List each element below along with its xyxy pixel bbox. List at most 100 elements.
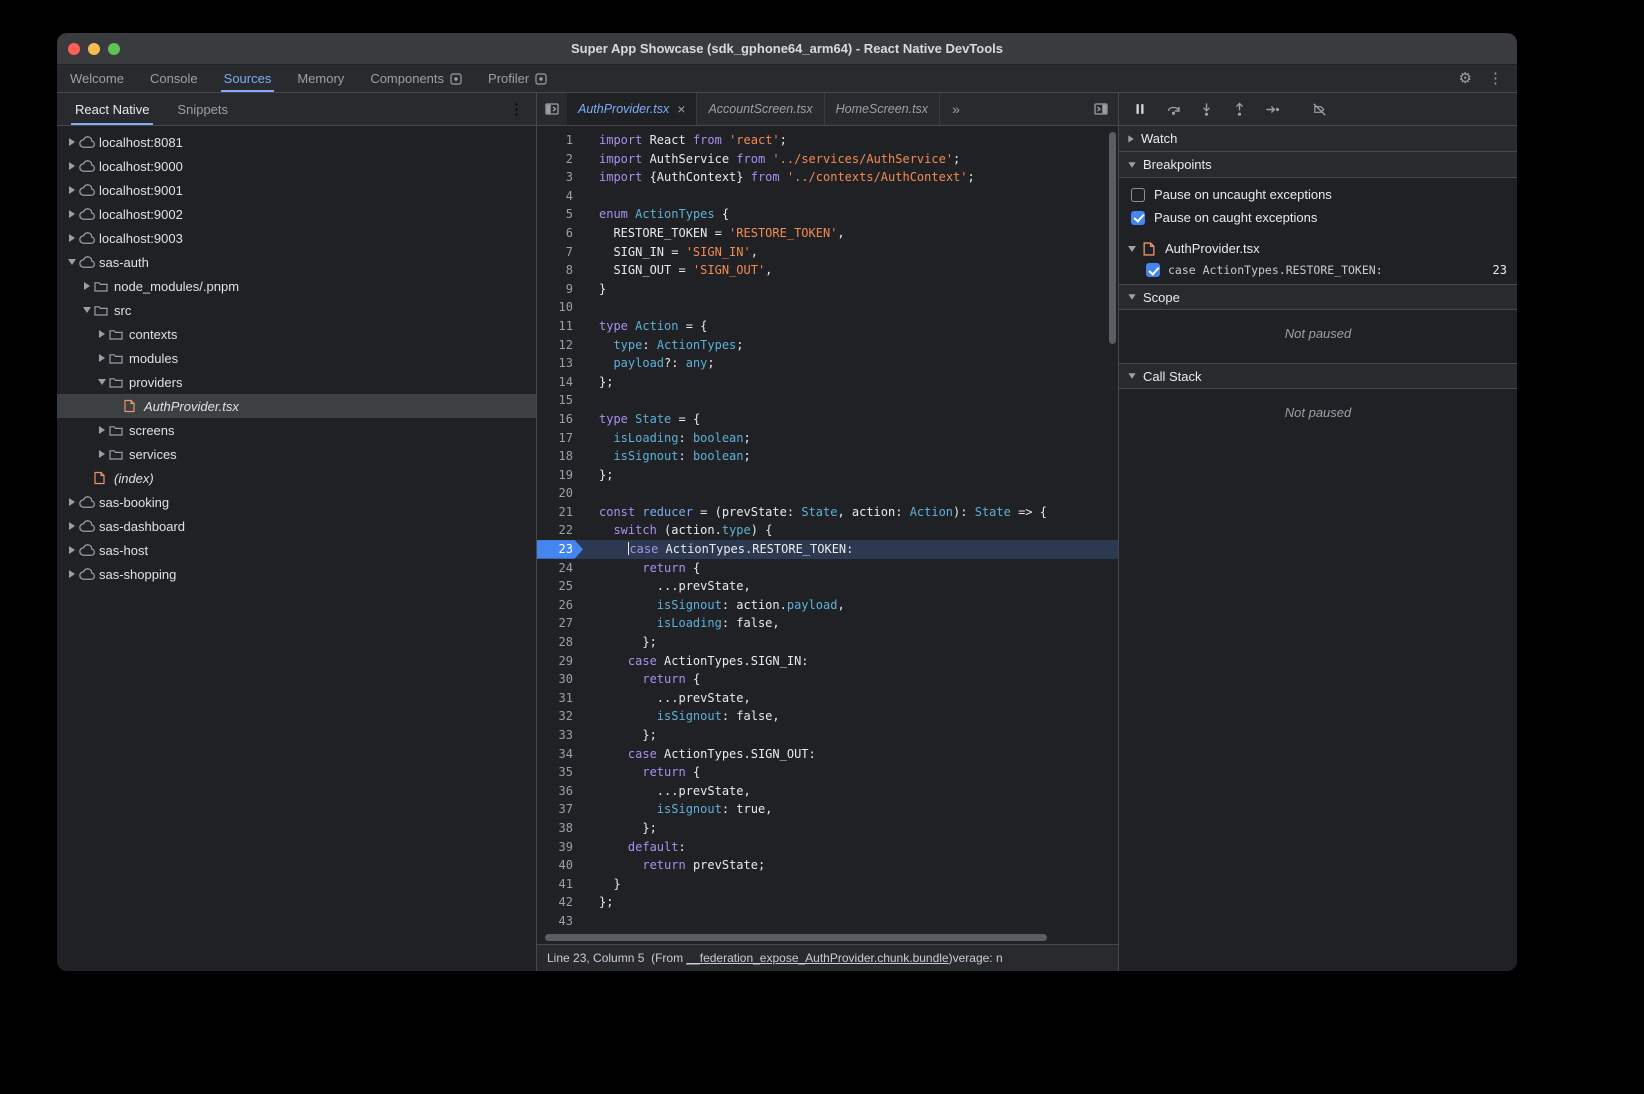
tab-welcome[interactable]: Welcome bbox=[57, 65, 137, 92]
line-number[interactable]: 43 bbox=[537, 912, 583, 930]
code-text[interactable]: isSignout: false, bbox=[583, 707, 780, 726]
code-line[interactable]: 33 }; bbox=[537, 726, 1118, 745]
more-tabs-chevron-icon[interactable]: » bbox=[940, 93, 972, 125]
code-text[interactable]: default: bbox=[583, 838, 686, 857]
code-line[interactable]: 13 payload?: any; bbox=[537, 354, 1118, 373]
disclosure-arrow-icon[interactable] bbox=[65, 162, 79, 170]
tree-item-sas-shopping[interactable]: sas-shopping bbox=[57, 562, 536, 586]
code-text[interactable]: switch (action.type) { bbox=[583, 521, 772, 540]
code-text[interactable]: return { bbox=[583, 670, 700, 689]
code-text[interactable]: import {AuthContext} from '../contexts/A… bbox=[583, 168, 975, 187]
tree-item-sas-host[interactable]: sas-host bbox=[57, 538, 536, 562]
code-line[interactable]: 18 isSignout: boolean; bbox=[537, 447, 1118, 466]
code-line[interactable]: 9} bbox=[537, 280, 1118, 299]
disclosure-arrow-icon[interactable] bbox=[65, 186, 79, 194]
code-line[interactable]: 11type Action = { bbox=[537, 317, 1118, 336]
minimize-window-button[interactable] bbox=[88, 43, 100, 55]
code-text[interactable]: }; bbox=[583, 633, 657, 652]
line-number[interactable]: 17 bbox=[537, 429, 583, 448]
code-line[interactable]: 32 isSignout: false, bbox=[537, 707, 1118, 726]
tab-console[interactable]: Console bbox=[137, 65, 211, 92]
close-window-button[interactable] bbox=[68, 43, 80, 55]
code-text[interactable]: const reducer = (prevState: State, actio… bbox=[583, 503, 1047, 522]
tree-item-localhost-9002[interactable]: localhost:9002 bbox=[57, 202, 536, 226]
code-text[interactable]: isSignout: action.payload, bbox=[583, 596, 845, 615]
vertical-scrollbar[interactable] bbox=[1109, 132, 1116, 344]
line-number[interactable]: 6 bbox=[537, 224, 583, 243]
tab-components[interactable]: Components bbox=[357, 65, 475, 92]
breakpoint-marker-line-number[interactable]: 23 bbox=[537, 540, 583, 559]
code-text[interactable] bbox=[583, 912, 599, 930]
code-text[interactable] bbox=[583, 391, 599, 410]
disclosure-arrow-icon[interactable] bbox=[95, 330, 109, 338]
editor-tab-accountscreen-tsx[interactable]: AccountScreen.tsx bbox=[697, 93, 824, 125]
code-line[interactable]: 27 isLoading: false, bbox=[537, 614, 1118, 633]
code-text[interactable]: ...prevState, bbox=[583, 689, 751, 708]
step-out-icon[interactable] bbox=[1231, 101, 1247, 117]
disclosure-arrow-icon[interactable] bbox=[65, 570, 79, 578]
line-number[interactable]: 4 bbox=[537, 187, 583, 206]
line-number[interactable]: 38 bbox=[537, 819, 583, 838]
code-text[interactable]: }; bbox=[583, 819, 657, 838]
disclosure-arrow-icon[interactable] bbox=[95, 379, 109, 385]
code-text[interactable]: }; bbox=[583, 726, 657, 745]
deactivate-breakpoints-icon[interactable] bbox=[1311, 101, 1327, 117]
disclosure-arrow-icon[interactable] bbox=[95, 354, 109, 362]
navigator-tab-react-native[interactable]: React Native bbox=[61, 93, 163, 125]
code-text[interactable]: } bbox=[583, 875, 621, 894]
line-number[interactable]: 40 bbox=[537, 856, 583, 875]
code-text[interactable]: type Action = { bbox=[583, 317, 707, 336]
code-text[interactable] bbox=[583, 484, 599, 503]
disclosure-arrow-icon[interactable] bbox=[80, 282, 94, 290]
tree-item-localhost-8081[interactable]: localhost:8081 bbox=[57, 130, 536, 154]
line-number[interactable]: 12 bbox=[537, 336, 583, 355]
tree-item-sas-booking[interactable]: sas-booking bbox=[57, 490, 536, 514]
line-number[interactable]: 22 bbox=[537, 521, 583, 540]
line-number[interactable]: 18 bbox=[537, 447, 583, 466]
breakpoint-entry[interactable]: case ActionTypes.RESTORE_TOKEN: 23 bbox=[1119, 259, 1517, 284]
pause-script-icon[interactable] bbox=[1132, 101, 1148, 117]
disclosure-arrow-icon[interactable] bbox=[80, 307, 94, 313]
code-text[interactable]: isSignout: true, bbox=[583, 800, 772, 819]
tree-item-services[interactable]: services bbox=[57, 442, 536, 466]
zoom-window-button[interactable] bbox=[108, 43, 120, 55]
breakpoint-file-group[interactable]: AuthProvider.tsx bbox=[1119, 235, 1517, 259]
code-text[interactable]: type State = { bbox=[583, 410, 700, 429]
code-text[interactable]: import React from 'react'; bbox=[583, 131, 787, 150]
code-line[interactable]: 40 return prevState; bbox=[537, 856, 1118, 875]
line-number[interactable]: 1 bbox=[537, 131, 583, 150]
code-text[interactable]: payload?: any; bbox=[583, 354, 715, 373]
line-number[interactable]: 42 bbox=[537, 893, 583, 912]
line-number[interactable]: 33 bbox=[537, 726, 583, 745]
code-line[interactable]: 35 return { bbox=[537, 763, 1118, 782]
disclosure-arrow-icon[interactable] bbox=[65, 522, 79, 530]
code-text[interactable]: ...prevState, bbox=[583, 782, 751, 801]
tab-profiler[interactable]: Profiler bbox=[475, 65, 560, 92]
tree-item-providers[interactable]: providers bbox=[57, 370, 536, 394]
code-text[interactable]: isLoading: boolean; bbox=[583, 429, 751, 448]
line-number[interactable]: 20 bbox=[537, 484, 583, 503]
code-text[interactable]: case ActionTypes.SIGN_OUT: bbox=[583, 745, 816, 764]
pause-caught-checkbox[interactable] bbox=[1131, 211, 1145, 225]
line-number[interactable]: 31 bbox=[537, 689, 583, 708]
line-number[interactable]: 2 bbox=[537, 150, 583, 169]
line-number[interactable]: 19 bbox=[537, 466, 583, 485]
line-number[interactable]: 15 bbox=[537, 391, 583, 410]
code-text[interactable]: return prevState; bbox=[583, 856, 765, 875]
disclosure-arrow-icon[interactable] bbox=[65, 138, 79, 146]
code-text[interactable] bbox=[583, 298, 599, 317]
line-number[interactable]: 30 bbox=[537, 670, 583, 689]
tree-item-screens[interactable]: screens bbox=[57, 418, 536, 442]
tree-item-authprovider-tsx[interactable]: AuthProvider.tsx bbox=[57, 394, 536, 418]
pause-uncaught-checkbox[interactable] bbox=[1131, 188, 1145, 202]
code-line[interactable]: 41 } bbox=[537, 875, 1118, 894]
code-text[interactable]: type: ActionTypes; bbox=[583, 336, 744, 355]
step-icon[interactable] bbox=[1264, 101, 1280, 117]
horizontal-scrollbar-thumb[interactable] bbox=[545, 934, 1047, 941]
tab-sources[interactable]: Sources bbox=[211, 65, 285, 92]
breakpoint-entry-checkbox[interactable] bbox=[1146, 263, 1160, 277]
code-text[interactable]: ...prevState, bbox=[583, 577, 751, 596]
disclosure-arrow-icon[interactable] bbox=[65, 498, 79, 506]
line-number[interactable]: 11 bbox=[537, 317, 583, 336]
pause-uncaught-row[interactable]: Pause on uncaught exceptions bbox=[1119, 183, 1517, 206]
